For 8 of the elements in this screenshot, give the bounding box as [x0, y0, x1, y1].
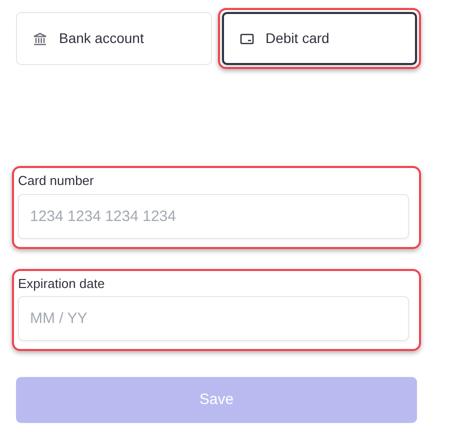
bank-icon	[33, 32, 47, 46]
payment-tab[interactable]: Debit card	[222, 12, 417, 65]
payment-tab[interactable]: Bank account	[16, 12, 212, 65]
field-label: Card number	[18, 172, 95, 190]
field-label: Expiration date	[18, 274, 106, 293]
card-icon	[240, 32, 254, 44]
input-field[interactable]: MM / YY	[18, 296, 409, 341]
input-field[interactable]: 1234 1234 1234 1234	[18, 194, 409, 238]
